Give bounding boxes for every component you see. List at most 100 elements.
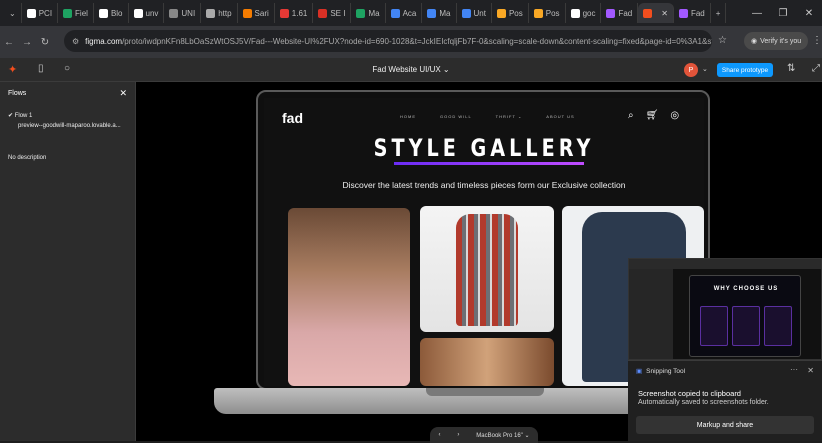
browser-tab[interactable]: PCI bbox=[22, 3, 59, 23]
site-logo[interactable]: fad bbox=[282, 110, 303, 126]
check-icon: ✔ bbox=[8, 113, 14, 119]
next-frame-icon[interactable]: › bbox=[457, 432, 459, 438]
tab-label: Aca bbox=[402, 8, 417, 18]
browser-tab[interactable]: 1.61 bbox=[275, 3, 314, 23]
browser-tab[interactable]: ✕ bbox=[638, 3, 674, 23]
flow-description: No description bbox=[8, 155, 47, 161]
browser-tab[interactable]: Fad bbox=[601, 3, 639, 23]
browser-tab[interactable]: Pos bbox=[529, 3, 566, 23]
maximize-icon[interactable]: ❐ bbox=[770, 8, 796, 19]
nav-home[interactable]: HOME bbox=[400, 114, 416, 119]
toast-more-icon[interactable]: ··· bbox=[790, 365, 798, 374]
tab-label: Unt bbox=[473, 8, 486, 18]
tab-label: SE I bbox=[330, 8, 346, 18]
title-underline bbox=[394, 162, 584, 165]
tab-label: Ma bbox=[368, 8, 380, 18]
verify-button[interactable]: ◉ Verify it's you bbox=[744, 32, 809, 50]
bookmark-star-icon[interactable]: ☆ bbox=[718, 35, 727, 46]
toast-close-icon[interactable]: ✕ bbox=[807, 366, 814, 375]
url-path: /proto/iwdpnKFn8LbOaSzWtOSJ5V/Fad---Webs… bbox=[122, 36, 712, 46]
nav-about-us[interactable]: ABOUT US bbox=[546, 114, 574, 119]
options-icon[interactable]: ⇅ bbox=[787, 63, 795, 74]
flow-item[interactable]: ✔ Flow 1 bbox=[0, 110, 135, 121]
browser-tab[interactable]: SE I bbox=[313, 3, 352, 23]
gallery-photo-plaid-shirt[interactable] bbox=[420, 206, 554, 332]
search-icon[interactable]: ⌕ bbox=[628, 110, 634, 121]
reload-icon[interactable]: ↻ bbox=[36, 37, 54, 48]
screenshot-thumbnail[interactable]: WHY CHOOSE US bbox=[628, 258, 822, 360]
menu-kebab-icon[interactable]: ⋮ bbox=[812, 35, 822, 46]
minimize-icon[interactable]: — bbox=[744, 8, 770, 19]
thumb-sidebar bbox=[629, 269, 673, 359]
nav-good-will[interactable]: GOOD WILL bbox=[440, 114, 472, 119]
flows-sidebar: Flows ✕ ✔ Flow 1 preview--goodwill-mapar… bbox=[0, 82, 136, 441]
back-icon[interactable]: ← bbox=[0, 37, 18, 48]
tab-list: PCI Fiel Blo unv UNI http Sari 1.61 SE I Ma Aca Ma U… bbox=[22, 3, 711, 23]
nav-thrift[interactable]: THRIFT ⌄ bbox=[496, 114, 523, 119]
tab-label: http bbox=[218, 8, 232, 18]
file-title[interactable]: Fad Website UI/UX ⌄ bbox=[0, 65, 822, 74]
tab-label: Fad bbox=[690, 8, 705, 18]
tab-favicon-icon bbox=[533, 8, 543, 18]
browser-tab[interactable]: Ma bbox=[351, 3, 386, 23]
plaid-shirt-image bbox=[456, 214, 518, 326]
tab-favicon-icon bbox=[356, 8, 366, 18]
browser-tab[interactable]: goc bbox=[566, 3, 602, 23]
cart-icon[interactable]: 🛒︎ bbox=[646, 110, 659, 121]
browser-tab[interactable]: Fiel bbox=[58, 3, 94, 23]
prev-frame-icon[interactable]: ‹ bbox=[438, 432, 440, 438]
snipping-tool-icon: ▣ bbox=[636, 368, 643, 375]
expand-icon[interactable]: ⤢ bbox=[812, 63, 820, 74]
url-field[interactable]: ⚙ figma.com /proto/iwdpnKFn8LbOaSzWtOSJ5… bbox=[64, 30, 712, 52]
browser-tab[interactable]: Unt bbox=[457, 3, 492, 23]
browser-tab[interactable]: Sari bbox=[238, 3, 275, 23]
close-flows-icon[interactable]: ✕ bbox=[119, 88, 127, 99]
browser-tab[interactable]: Aca bbox=[386, 3, 423, 23]
toast-message: Screenshot copied to clipboard bbox=[638, 389, 741, 398]
browser-tab[interactable]: Fad bbox=[674, 3, 711, 23]
close-window-icon[interactable]: ✕ bbox=[796, 8, 822, 19]
gallery-photo-bottom[interactable] bbox=[420, 338, 554, 386]
browser-tab[interactable]: UNI bbox=[164, 3, 202, 23]
tab-favicon-icon bbox=[279, 8, 289, 18]
tab-favicon-icon bbox=[63, 8, 73, 18]
browser-tab[interactable]: Ma bbox=[422, 3, 457, 23]
browser-tab[interactable]: Pos bbox=[492, 3, 529, 23]
browser-tab[interactable]: http bbox=[201, 3, 238, 23]
tab-favicon-icon bbox=[643, 8, 653, 18]
tab-label: 1.61 bbox=[291, 8, 308, 18]
tab-search-dropdown[interactable]: ⌄ bbox=[4, 3, 22, 23]
thumb-tabbar bbox=[629, 259, 821, 269]
avatar-chevron-icon[interactable]: ⌄ bbox=[702, 65, 708, 73]
tab-favicon-icon bbox=[169, 8, 179, 18]
gallery-photo-hoodie[interactable] bbox=[288, 208, 410, 386]
url-domain: figma.com bbox=[85, 36, 123, 46]
figma-toolbar: ✦ ▯ ○ Fad Website UI/UX ⌄ P ⌄ Share prot… bbox=[0, 58, 822, 82]
flow-url: preview--goodwill-maparoo.lovable.a... bbox=[18, 123, 121, 129]
tab-label: Fad bbox=[618, 8, 633, 18]
tab-label: Sari bbox=[254, 8, 269, 18]
tab-label: unv bbox=[145, 8, 159, 18]
tab-favicon-icon bbox=[606, 8, 616, 18]
site-nav: HOME GOOD WILL THRIFT ⌄ ABOUT US bbox=[400, 114, 575, 119]
tab-favicon-icon bbox=[390, 8, 400, 18]
share-prototype-button[interactable]: Share prototype bbox=[717, 63, 773, 77]
device-label[interactable]: MacBook Pro 16" ⌄ bbox=[476, 432, 529, 439]
avatar[interactable]: P bbox=[684, 63, 698, 77]
toast-app-name: Snipping Tool bbox=[646, 367, 686, 375]
browser-tab[interactable]: unv bbox=[129, 3, 165, 23]
browser-tab[interactable]: Blo bbox=[94, 3, 129, 23]
close-tab-icon[interactable]: ✕ bbox=[661, 9, 668, 18]
new-tab-button[interactable]: + bbox=[711, 3, 727, 23]
tab-label: goc bbox=[582, 8, 596, 18]
site-info-icon[interactable]: ⚙ bbox=[72, 37, 79, 46]
account-icon[interactable]: ◎ bbox=[670, 110, 679, 121]
tab-favicon-icon bbox=[318, 8, 328, 18]
tab-favicon-icon bbox=[570, 8, 580, 18]
forward-icon[interactable]: → bbox=[18, 37, 36, 48]
tab-favicon-icon bbox=[678, 8, 688, 18]
tab-favicon-icon bbox=[242, 8, 252, 18]
tab-label: Pos bbox=[545, 8, 560, 18]
markup-share-button[interactable]: Markup and share bbox=[636, 416, 814, 434]
snipping-toast: ▣ Snipping Tool ··· ✕ Screenshot copied … bbox=[628, 360, 822, 441]
